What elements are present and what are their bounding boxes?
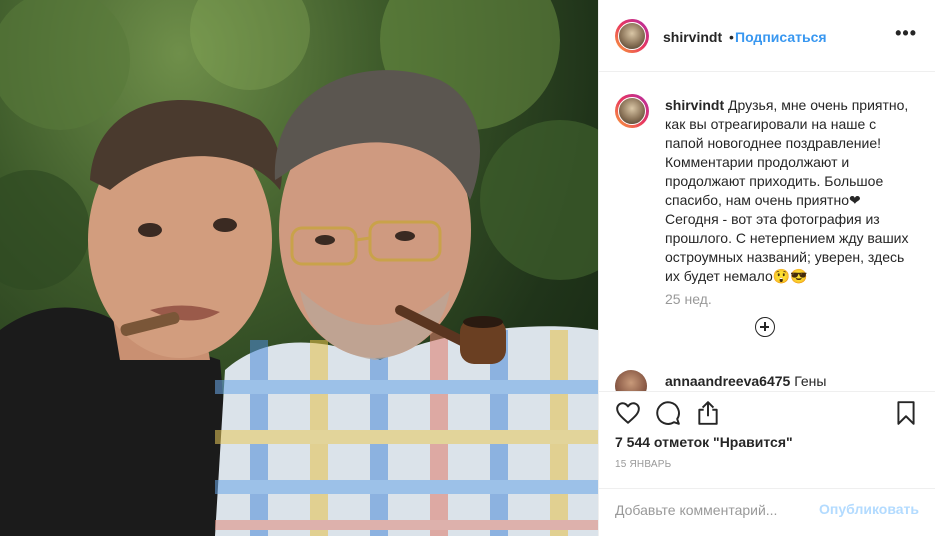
post-date[interactable]: 15 ЯНВАРЬ [615, 459, 671, 470]
post-sidebar: shirvindt • Подписаться ••• shirvindt Др… [598, 0, 935, 536]
plus-circle-icon[interactable] [755, 317, 775, 337]
comment-avatar[interactable] [615, 370, 647, 391]
post-actions: 7 544 отметок "Нравится" 15 ЯНВАРЬ Опубл… [599, 391, 935, 541]
post-header: shirvindt • Подписаться ••• [599, 0, 935, 72]
comment-item: annaandreeva6475 Гены [665, 373, 826, 389]
caption-time-ago[interactable]: 25 нед. [665, 291, 712, 307]
comment-text: Гены [794, 373, 827, 389]
comment-input[interactable] [615, 489, 815, 531]
comments-section[interactable]: shirvindt Друзья, мне очень приятно, как… [599, 72, 935, 391]
more-options-icon[interactable]: ••• [895, 23, 917, 44]
comment-username[interactable]: annaandreeva6475 [665, 373, 790, 389]
caption-avatar[interactable] [615, 94, 649, 128]
bookmark-icon[interactable] [893, 400, 919, 426]
post-photo[interactable] [0, 0, 598, 536]
caption-text: Друзья, мне очень приятно, как вы отреаг… [665, 97, 909, 284]
share-icon[interactable] [695, 400, 721, 426]
speech-bubble-icon[interactable] [655, 400, 681, 426]
caption-username[interactable]: shirvindt [665, 97, 724, 113]
likes-count[interactable]: 7 544 отметок "Нравится" [615, 434, 793, 450]
heart-icon[interactable] [615, 400, 641, 426]
photo-illustration [0, 0, 598, 536]
follow-button[interactable]: Подписаться [735, 29, 827, 45]
header-avatar[interactable] [615, 19, 649, 53]
caption: shirvindt Друзья, мне очень приятно, как… [665, 96, 915, 286]
add-comment-bar: Опубликовать [599, 488, 935, 531]
header-separator: • [729, 29, 734, 45]
publish-button[interactable]: Опубликовать [819, 501, 919, 517]
header-username[interactable]: shirvindt [663, 29, 722, 45]
